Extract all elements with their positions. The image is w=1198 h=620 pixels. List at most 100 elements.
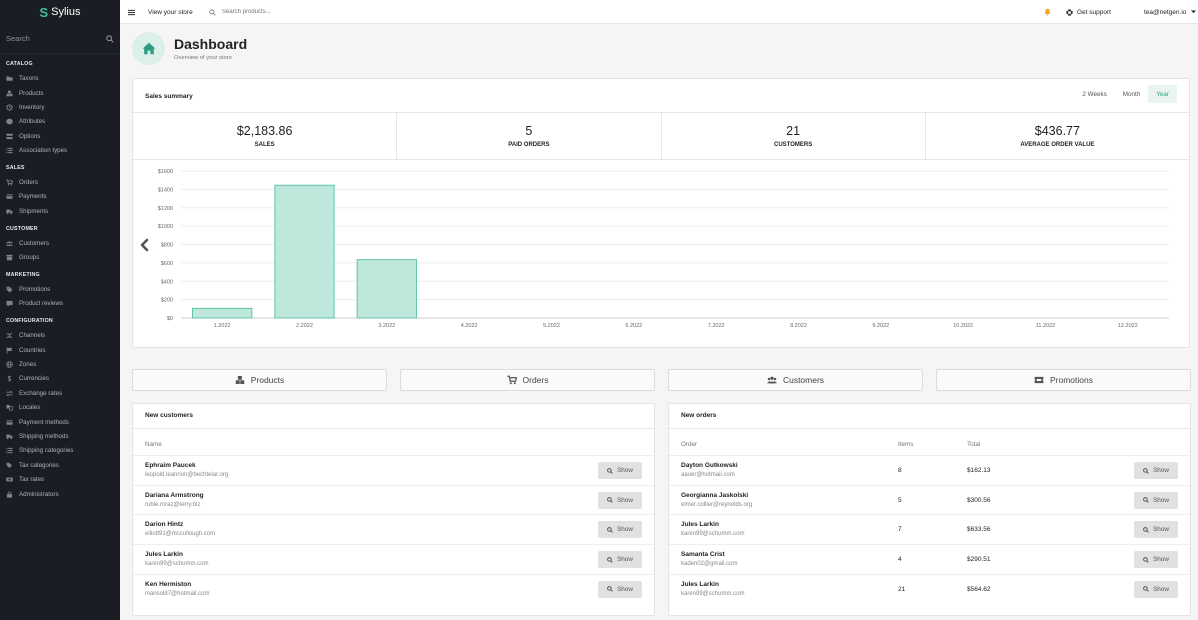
archive-icon: [6, 254, 13, 261]
sidebar-section-marketing: MARKETING: [6, 271, 40, 278]
products-nav-button[interactable]: Products: [132, 369, 387, 391]
sidebar-item-administrators[interactable]: Administrators: [0, 487, 120, 501]
search-icon: [1143, 497, 1149, 503]
order-items: 8: [898, 467, 902, 474]
sidebar-item-shipments[interactable]: Shipments: [0, 204, 120, 218]
sidebar-item-tax-categories[interactable]: Tax categories: [0, 458, 120, 472]
sidebar-item-customers[interactable]: Customers: [0, 236, 120, 250]
product-search[interactable]: [209, 0, 372, 24]
sidebar-item-taxons[interactable]: Taxons: [0, 72, 120, 86]
sidebar-item-label: Customers: [19, 239, 49, 247]
sidebar-item-currencies[interactable]: Currencies: [0, 372, 120, 386]
cubes-icon: [235, 376, 244, 384]
sidebar-item-attributes[interactable]: Attributes: [0, 115, 120, 129]
search-icon: [209, 8, 216, 16]
show-button[interactable]: Show: [1134, 551, 1178, 569]
sidebar-item-locales[interactable]: Locales: [0, 401, 120, 415]
cart-icon: [506, 375, 517, 385]
promotions-nav-button[interactable]: Promotions: [936, 369, 1191, 391]
search-input[interactable]: [222, 9, 372, 15]
col-header-items: Items: [898, 441, 914, 448]
range-year-button[interactable]: Year: [1148, 85, 1177, 103]
show-button[interactable]: Show: [598, 521, 642, 539]
range-2-weeks-button[interactable]: 2 Weeks: [1074, 85, 1114, 103]
page-title: Dashboard: [174, 36, 248, 52]
get-support-link[interactable]: Get support: [1066, 0, 1111, 24]
sidebar-item-shipping-categories[interactable]: Shipping categories: [0, 444, 120, 458]
sidebar-item-tax-rates[interactable]: Tax rates: [0, 472, 120, 486]
show-button[interactable]: Show: [1134, 521, 1178, 539]
sidebar-item-promotions[interactable]: Promotions: [0, 282, 120, 296]
notifications[interactable]: [1044, 0, 1051, 24]
sidebar-item-products[interactable]: Products: [0, 86, 120, 100]
cart-icon: [6, 179, 13, 186]
list-icon: [6, 448, 13, 454]
col-header-name: Name: [145, 441, 162, 448]
sidebar-section-customer: CUSTOMER: [6, 225, 38, 232]
sidebar-item-exchange-rates[interactable]: Exchange rates: [0, 386, 120, 400]
sidebar-item-channels[interactable]: Channels: [0, 329, 120, 343]
sidebar-item-orders[interactable]: Orders: [0, 175, 120, 189]
users-icon: [766, 376, 777, 384]
chevron-left-icon[interactable]: [140, 238, 149, 252]
menu-toggle[interactable]: [128, 0, 135, 24]
table-row: Georgianna Jaskolski elmer.collier@reynol…: [669, 484, 1190, 515]
customer-name: Ephraim Paucek: [145, 462, 196, 469]
show-button[interactable]: Show: [598, 580, 642, 598]
payment-icon: [6, 419, 13, 425]
search-icon: [607, 556, 613, 563]
sidebar-item-association-types[interactable]: Association types: [0, 143, 120, 157]
page-subtitle: Overview of your store: [174, 55, 232, 61]
customers-nav-button[interactable]: Customers: [668, 369, 923, 391]
sidebar-item-label: Shipments: [19, 207, 49, 215]
y-tick-label: $600: [161, 261, 173, 267]
new-customers-card: New customers Name Ephraim Paucek leopold…: [132, 403, 655, 616]
orders-nav-button[interactable]: Orders: [400, 369, 655, 391]
nav-button-label: Products: [250, 375, 285, 385]
user-menu[interactable]: tea@netgen.io: [1144, 0, 1197, 24]
y-tick-label: $400: [161, 279, 173, 285]
show-button[interactable]: Show: [598, 462, 642, 479]
stat-value: $2,183.86: [236, 124, 293, 138]
sidebar-item-groups[interactable]: Groups: [0, 250, 120, 264]
table-row: Dariana Armstrong rubie.mraz@terry.biz Sho…: [133, 484, 654, 515]
sidebar-section-catalog: CATALOG: [6, 61, 33, 67]
chart-bar[interactable]: [356, 259, 417, 319]
sidebar-item-payment-methods[interactable]: Payment methods: [0, 415, 120, 429]
view-store-link[interactable]: View your store: [148, 0, 193, 24]
sidebar-item-label: Administrators: [19, 490, 59, 498]
range-month-button[interactable]: Month: [1115, 85, 1149, 103]
order-customer-name: Georgianna Jaskolski: [681, 491, 749, 499]
sidebar-item-options[interactable]: Options: [0, 129, 120, 143]
sidebar-item-zones[interactable]: Zones: [0, 357, 120, 371]
sidebar-item-shipping-methods[interactable]: Shipping methods: [0, 429, 120, 443]
show-button[interactable]: Show: [598, 491, 642, 509]
y-tick-label: $200: [161, 298, 173, 304]
show-button[interactable]: Show: [1134, 462, 1178, 479]
show-button[interactable]: Show: [598, 551, 642, 569]
order-items: 21: [898, 585, 906, 593]
sidebar-item-label: Groups: [19, 254, 40, 262]
sidebar-item-label: Channels: [19, 332, 46, 340]
order-customer-email: elmer.collier@reynolds.org: [681, 501, 753, 508]
show-label: Show: [1153, 526, 1169, 534]
sidebar-item-label: Zones: [19, 361, 37, 369]
get-support-label: Get support: [1077, 8, 1111, 16]
show-button[interactable]: Show: [1134, 491, 1178, 509]
chart-bar[interactable]: [192, 307, 253, 319]
comment-icon: [6, 301, 13, 308]
sidebar-search[interactable]: Search: [0, 24, 120, 54]
logo[interactable]: S Sylius: [0, 0, 120, 24]
sidebar-item-product-reviews[interactable]: Product reviews: [0, 297, 120, 311]
order-total: $633.56: [967, 526, 991, 534]
support-icon: [1066, 8, 1073, 16]
show-label: Show: [1153, 496, 1169, 504]
show-button[interactable]: Show: [1134, 580, 1178, 598]
sidebar-item-countries[interactable]: Countries: [0, 343, 120, 357]
sidebar-item-label: Options: [19, 132, 41, 140]
chart-bar[interactable]: [274, 184, 335, 319]
x-tick-label: 11.2022: [1036, 323, 1055, 329]
stat-label: AVERAGE ORDER VALUE: [1020, 142, 1095, 148]
sidebar-item-inventory[interactable]: Inventory: [0, 100, 120, 114]
sidebar-item-payments[interactable]: Payments: [0, 190, 120, 204]
